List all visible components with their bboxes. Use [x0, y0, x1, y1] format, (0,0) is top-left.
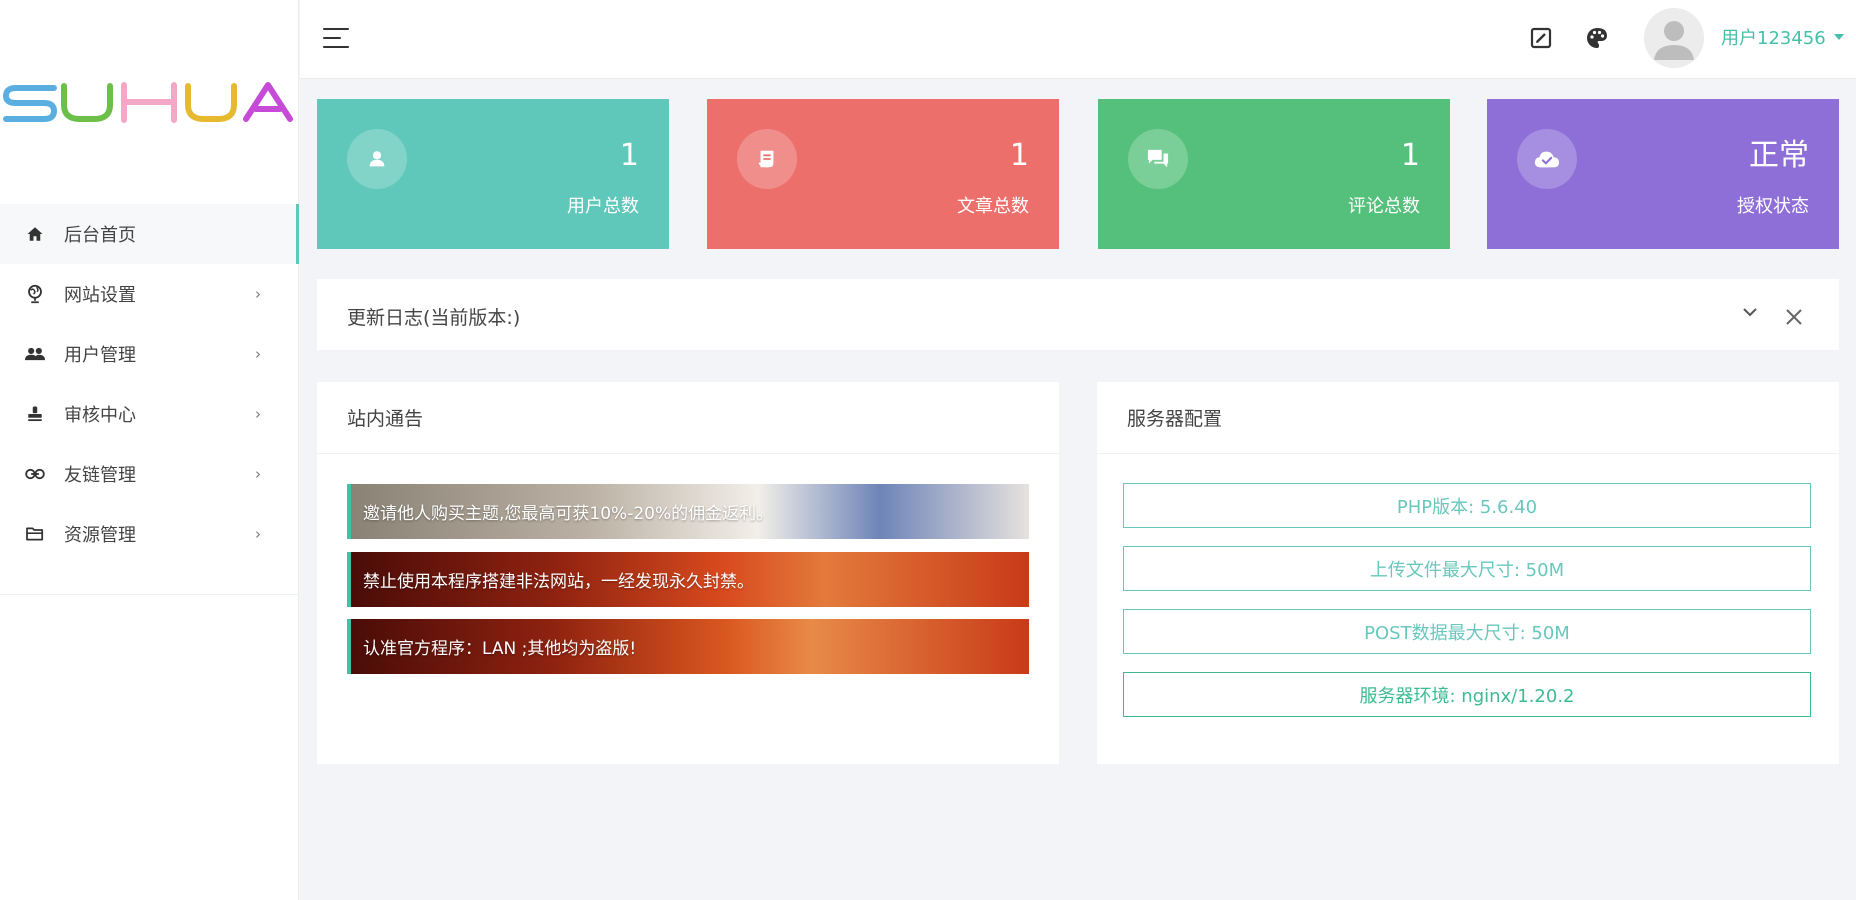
sidebar-nav: 后台首页 网站设置 › 用户管理 › 审核中心 › 友链管理 › 资源管理 ›	[0, 204, 299, 564]
server-config-panel: 服务器配置 PHP版本: 5.6.40 上传文件最大尺寸: 50M POST数据…	[1097, 382, 1839, 764]
folder-icon	[24, 523, 46, 545]
sidebar-item-label: 网站设置	[64, 285, 136, 306]
sidebar-item-site-settings[interactable]: 网站设置 ›	[0, 264, 299, 324]
home-icon	[24, 223, 46, 245]
notice-text: 认准官方程序：LAN ;其他均为盗版!	[363, 639, 637, 659]
sidebar-item-dashboard[interactable]: 后台首页	[0, 204, 299, 264]
server-info-item: POST数据最大尺寸: 50M	[1123, 609, 1811, 654]
avatar[interactable]	[1644, 8, 1704, 68]
sidebar-item-label: 后台首页	[64, 225, 136, 246]
server-info-item: 上传文件最大尺寸: 50M	[1123, 546, 1811, 591]
globe-icon	[24, 283, 46, 305]
sidebar-item-label: 审核中心	[64, 405, 136, 426]
hamburger-icon[interactable]	[323, 26, 349, 50]
notice-item[interactable]: 禁止使用本程序搭建非法网站，一经发现永久封禁。	[347, 552, 1029, 607]
notice-item[interactable]: 认准官方程序：LAN ;其他均为盗版!	[347, 619, 1029, 674]
stat-card-license: 正常 授权状态	[1487, 99, 1839, 249]
notice-text: 禁止使用本程序搭建非法网站，一经发现永久封禁。	[363, 572, 754, 592]
stat-value: 1	[1400, 138, 1420, 173]
cloud-check-icon	[1517, 129, 1577, 189]
close-icon[interactable]	[1784, 307, 1806, 329]
link-icon	[24, 463, 46, 485]
sidebar-item-resources[interactable]: 资源管理 ›	[0, 504, 299, 564]
stat-card-articles: 1 文章总数	[707, 99, 1059, 249]
stamp-icon	[24, 403, 46, 425]
chevron-right-icon: ›	[255, 525, 261, 543]
sidebar-item-label: 资源管理	[64, 525, 136, 546]
changelog-bar: 更新日志(当前版本:)	[317, 279, 1839, 350]
server-info-item: PHP版本: 5.6.40	[1123, 483, 1811, 528]
notice-item[interactable]: 邀请他人购买主题,您最高可获10%-20%的佣金返利。	[347, 484, 1029, 539]
sidebar-divider	[0, 594, 299, 595]
server-panel-title: 服务器配置	[1097, 382, 1839, 454]
sidebar-item-label: 友链管理	[64, 465, 136, 486]
chevron-right-icon: ›	[255, 345, 261, 363]
sidebar-item-review[interactable]: 审核中心 ›	[0, 384, 299, 444]
username-label: 用户123456	[1721, 28, 1826, 49]
users-icon	[24, 343, 46, 365]
article-icon	[737, 129, 797, 189]
sidebar: 后台首页 网站设置 › 用户管理 › 审核中心 › 友链管理 › 资源管理 ›	[0, 0, 299, 900]
sidebar-item-label: 用户管理	[64, 345, 136, 366]
sidebar-item-links[interactable]: 友链管理 ›	[0, 444, 299, 504]
top-header: 用户123456	[300, 0, 1856, 79]
stat-value: 1	[1009, 138, 1029, 173]
notice-text: 邀请他人购买主题,您最高可获10%-20%的佣金返利。	[363, 504, 774, 524]
user-icon	[347, 129, 407, 189]
user-menu[interactable]: 用户123456	[1721, 24, 1844, 50]
stat-card-users: 1 用户总数	[317, 99, 669, 249]
chevron-down-icon[interactable]	[1739, 301, 1761, 323]
server-info-item: 服务器环境: nginx/1.20.2	[1123, 672, 1811, 717]
changelog-title: 更新日志(当前版本:)	[347, 307, 521, 329]
edit-icon[interactable]	[1529, 26, 1553, 50]
chevron-right-icon: ›	[255, 285, 261, 303]
sidebar-item-users[interactable]: 用户管理 ›	[0, 324, 299, 384]
chevron-right-icon: ›	[255, 405, 261, 423]
stat-label: 评论总数	[1348, 196, 1420, 217]
stat-value: 1	[619, 138, 639, 173]
stat-card-comments: 1 评论总数	[1098, 99, 1450, 249]
brand-logo[interactable]	[0, 75, 299, 125]
comment-icon	[1128, 129, 1188, 189]
caret-down-icon	[1833, 34, 1844, 40]
palette-icon[interactable]	[1585, 26, 1609, 50]
stat-label: 用户总数	[567, 196, 639, 217]
chevron-right-icon: ›	[255, 465, 261, 483]
stat-label: 授权状态	[1737, 196, 1809, 217]
stat-value: 正常	[1749, 138, 1809, 173]
notices-panel: 站内通告 邀请他人购买主题,您最高可获10%-20%的佣金返利。 禁止使用本程序…	[317, 382, 1059, 764]
notices-panel-title: 站内通告	[317, 382, 1059, 454]
stat-label: 文章总数	[957, 196, 1029, 217]
